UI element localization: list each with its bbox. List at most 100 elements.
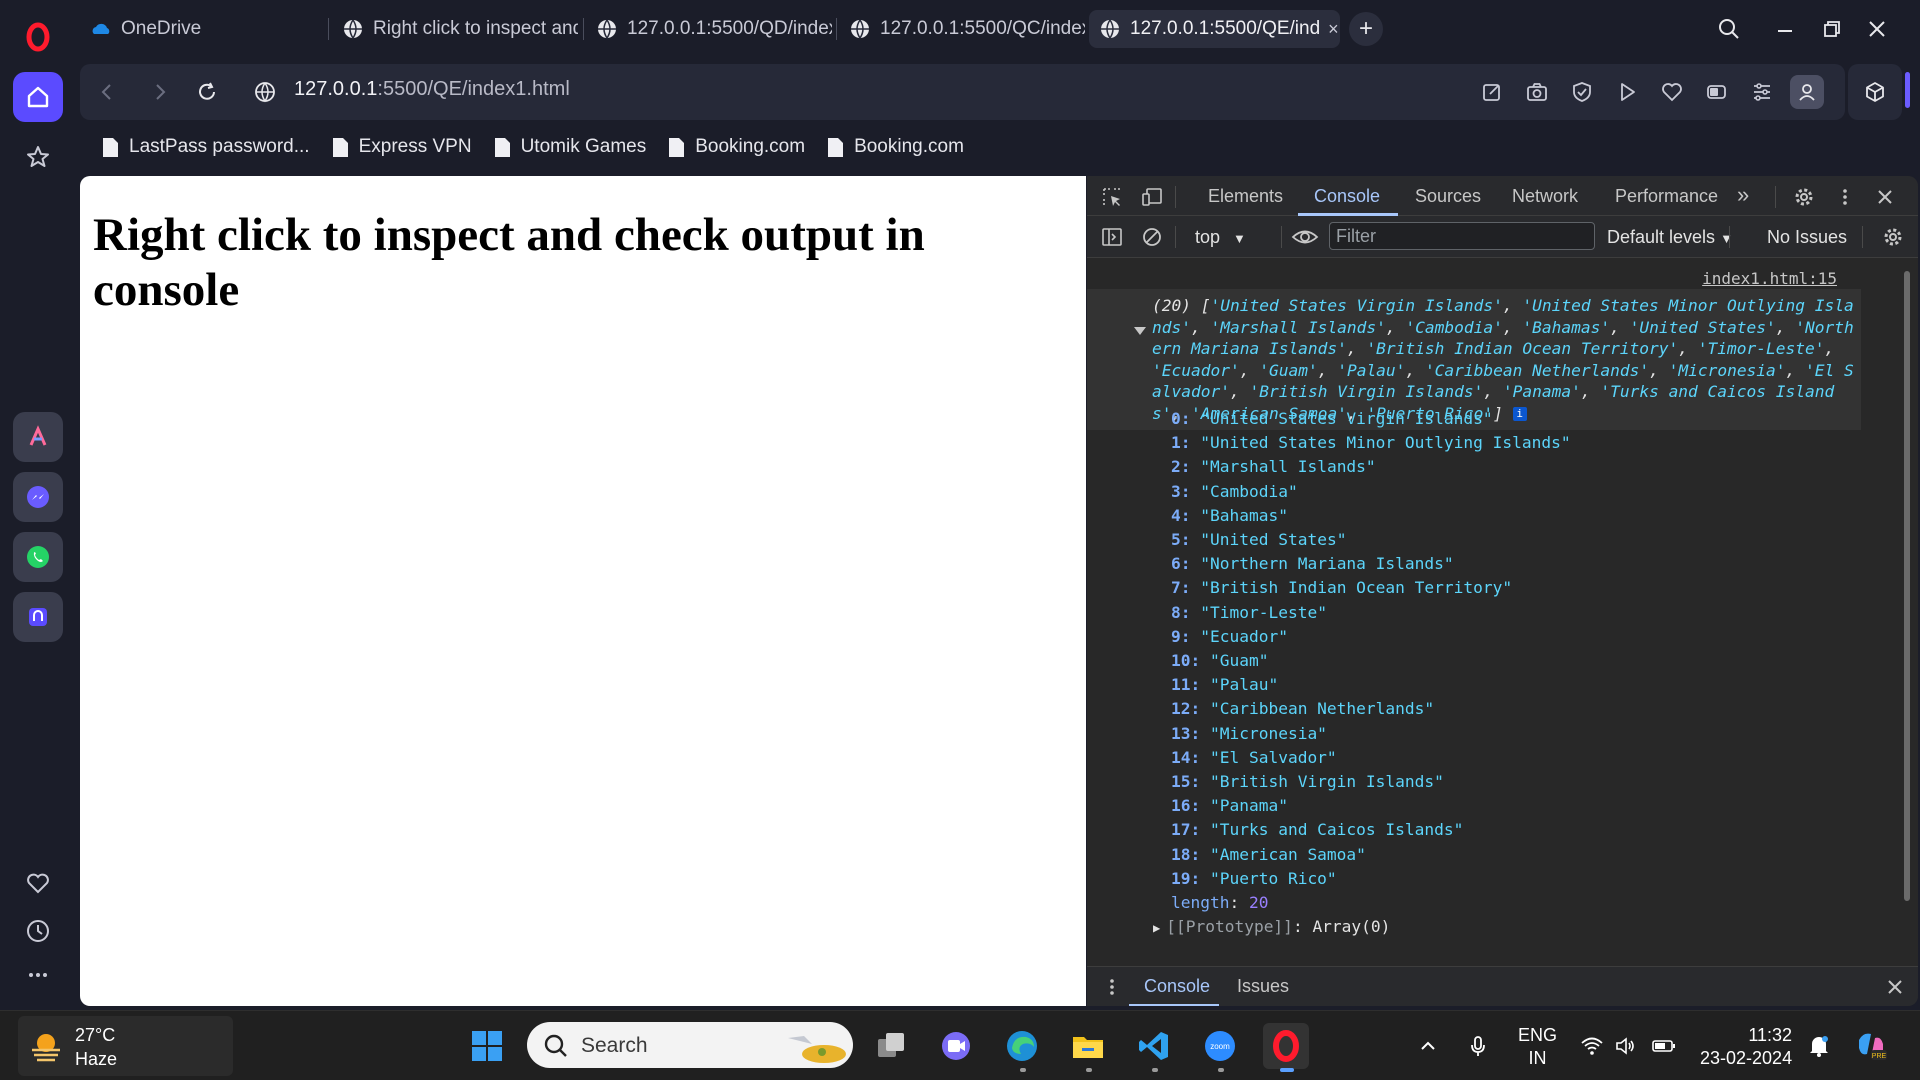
array-entry[interactable]: 11: "Palau" — [1171, 675, 1278, 694]
tab-onedrive[interactable]: OneDrive — [80, 10, 320, 48]
tab-performance[interactable]: Performance — [1615, 186, 1718, 207]
forward-icon[interactable] — [143, 75, 177, 109]
input-language[interactable]: ENG IN — [1518, 1024, 1557, 1070]
tab-qe-index1[interactable]: 127.0.0.1:5500/QE/ind × — [1089, 10, 1340, 48]
new-tab-button[interactable]: + — [1349, 12, 1383, 46]
drawer-tab-console[interactable]: Console — [1144, 976, 1210, 997]
copilot-icon[interactable]: PRE — [1849, 1023, 1893, 1069]
context-selector[interactable]: top ▼ — [1195, 227, 1246, 248]
player-play-icon[interactable] — [1610, 75, 1644, 109]
tab-sources[interactable]: Sources — [1415, 186, 1481, 207]
windows-start-icon[interactable] — [464, 1023, 510, 1069]
bookmark-booking-2[interactable]: Booking.com — [827, 136, 964, 158]
more-tabs-chevron-icon[interactable]: » — [1737, 182, 1749, 208]
opera-logo-icon[interactable] — [13, 12, 63, 62]
restore-icon[interactable] — [1815, 12, 1849, 46]
array-entry[interactable]: 1: "United States Minor Outlying Islands… — [1171, 433, 1571, 452]
vscode-icon[interactable] — [1131, 1023, 1177, 1069]
array-entry[interactable]: 16: "Panama" — [1171, 796, 1288, 815]
kebab-menu-icon[interactable] — [1832, 184, 1858, 210]
my-flow-heart-icon[interactable] — [1655, 75, 1689, 109]
close-window-icon[interactable] — [1860, 12, 1894, 46]
array-entry[interactable]: 0: "United States Virgin Islands" — [1171, 409, 1493, 428]
site-info-globe-icon[interactable] — [248, 75, 282, 109]
console-settings-gear-icon[interactable] — [1880, 224, 1906, 250]
taskbar-search-box[interactable]: Search — [527, 1022, 853, 1068]
bookmark-express-vpn[interactable]: Express VPN — [332, 136, 472, 158]
aria-ai-icon[interactable] — [13, 412, 63, 462]
tab-elements[interactable]: Elements — [1208, 186, 1283, 207]
sidebar-toggle-icon[interactable] — [1099, 224, 1125, 250]
log-levels-dropdown[interactable]: Default levels ▼ — [1607, 227, 1733, 248]
camera-icon[interactable] — [1520, 75, 1554, 109]
whatsapp-icon[interactable] — [13, 532, 63, 582]
edge-browser-icon[interactable] — [999, 1023, 1045, 1069]
prototype-entry[interactable]: ▶ [[Prototype]]: Array(0) — [1153, 917, 1390, 936]
array-entry[interactable]: 7: "British Indian Ocean Territory" — [1171, 578, 1512, 597]
array-entry[interactable]: 8: "Timor-Leste" — [1171, 603, 1327, 622]
heart-icon[interactable] — [13, 858, 63, 908]
array-entry[interactable]: 14: "El Salvador" — [1171, 748, 1337, 767]
array-entry[interactable]: 2: "Marshall Islands" — [1171, 457, 1376, 476]
expand-triangle-icon[interactable] — [1133, 325, 1147, 337]
drawer-tab-issues[interactable]: Issues — [1237, 976, 1289, 997]
clock[interactable]: 11:32 23-02-2024 — [1700, 1024, 1792, 1070]
live-expression-eye-icon[interactable] — [1290, 224, 1320, 250]
minimize-icon[interactable] — [1768, 12, 1802, 46]
battery-saver-icon[interactable] — [1700, 75, 1734, 109]
array-entry[interactable]: 4: "Bahamas" — [1171, 506, 1288, 525]
task-view-icon[interactable] — [868, 1023, 914, 1069]
microphone-icon[interactable] — [1458, 1023, 1498, 1069]
array-entry[interactable]: 6: "Northern Mariana Islands" — [1171, 554, 1454, 573]
source-location-link[interactable]: index1.html:15 — [1702, 269, 1837, 288]
array-entry[interactable]: 15: "British Virgin Islands" — [1171, 772, 1444, 791]
profile-avatar-icon[interactable] — [1790, 75, 1824, 109]
history-clock-icon[interactable] — [13, 906, 63, 956]
array-entry[interactable]: 19: "Puerto Rico" — [1171, 869, 1337, 888]
tab-qd-index2[interactable]: 127.0.0.1:5500/QD/index2 — [586, 10, 832, 48]
extensions-cube-icon[interactable] — [1848, 64, 1902, 120]
close-devtools-icon[interactable] — [1872, 184, 1898, 210]
device-toolbar-icon[interactable] — [1139, 184, 1165, 210]
console-filter-input[interactable] — [1329, 222, 1595, 250]
notification-bell-icon[interactable] — [1799, 1023, 1839, 1069]
show-hidden-icons-chevron[interactable] — [1408, 1023, 1448, 1069]
tab-network[interactable]: Network — [1512, 186, 1578, 207]
issues-counter[interactable]: No Issues — [1767, 227, 1847, 248]
home-icon[interactable] — [13, 72, 63, 122]
array-entry[interactable]: 10: "Guam" — [1171, 651, 1268, 670]
inspect-element-icon[interactable] — [1099, 184, 1125, 210]
speed-dial-star-icon[interactable] — [13, 132, 63, 182]
volume-icon[interactable] — [1606, 1023, 1646, 1069]
drawer-menu-icon[interactable] — [1099, 974, 1125, 1000]
array-entry[interactable]: 13: "Micronesia" — [1171, 724, 1327, 743]
opera-taskbar-icon[interactable] — [1263, 1023, 1309, 1069]
snapshot-edit-icon[interactable] — [1475, 75, 1509, 109]
console-scrollbar[interactable] — [1904, 271, 1910, 901]
array-entry[interactable]: 5: "United States" — [1171, 530, 1346, 549]
info-badge-icon[interactable]: i — [1512, 407, 1527, 421]
adblock-shield-icon[interactable] — [1565, 75, 1599, 109]
tab-console[interactable]: Console — [1314, 186, 1380, 207]
search-tabs-icon[interactable] — [1712, 12, 1746, 46]
tab-qc-index[interactable]: 127.0.0.1:5500/QC/index.h — [839, 10, 1085, 48]
more-dots-icon[interactable] — [13, 950, 63, 1000]
messenger-icon[interactable] — [13, 472, 63, 522]
zoom-icon[interactable]: zoom — [1197, 1023, 1243, 1069]
bookmark-utomik-games[interactable]: Utomik Games — [494, 136, 646, 158]
array-entry[interactable]: 3: "Cambodia" — [1171, 482, 1298, 501]
battery-icon[interactable] — [1644, 1023, 1684, 1069]
array-entry[interactable]: 18: "American Samoa" — [1171, 845, 1366, 864]
file-explorer-icon[interactable] — [1065, 1023, 1111, 1069]
bookmark-lastpass[interactable]: LastPass password... — [102, 136, 310, 158]
url-field[interactable]: 127.0.0.1:5500/QE/index1.html — [294, 78, 570, 101]
clear-console-icon[interactable] — [1139, 224, 1165, 250]
expand-arrow-icon[interactable]: ▶ — [1153, 921, 1160, 935]
tab-right-click[interactable]: Right click to inspect and c — [332, 10, 578, 48]
teams-chat-icon[interactable] — [933, 1023, 979, 1069]
back-icon[interactable] — [90, 75, 124, 109]
weather-widget[interactable]: 27°C Haze — [18, 1016, 233, 1076]
easy-setup-sliders-icon[interactable] — [1745, 75, 1779, 109]
music-player-icon[interactable] — [13, 592, 63, 642]
settings-gear-icon[interactable] — [1791, 184, 1817, 210]
